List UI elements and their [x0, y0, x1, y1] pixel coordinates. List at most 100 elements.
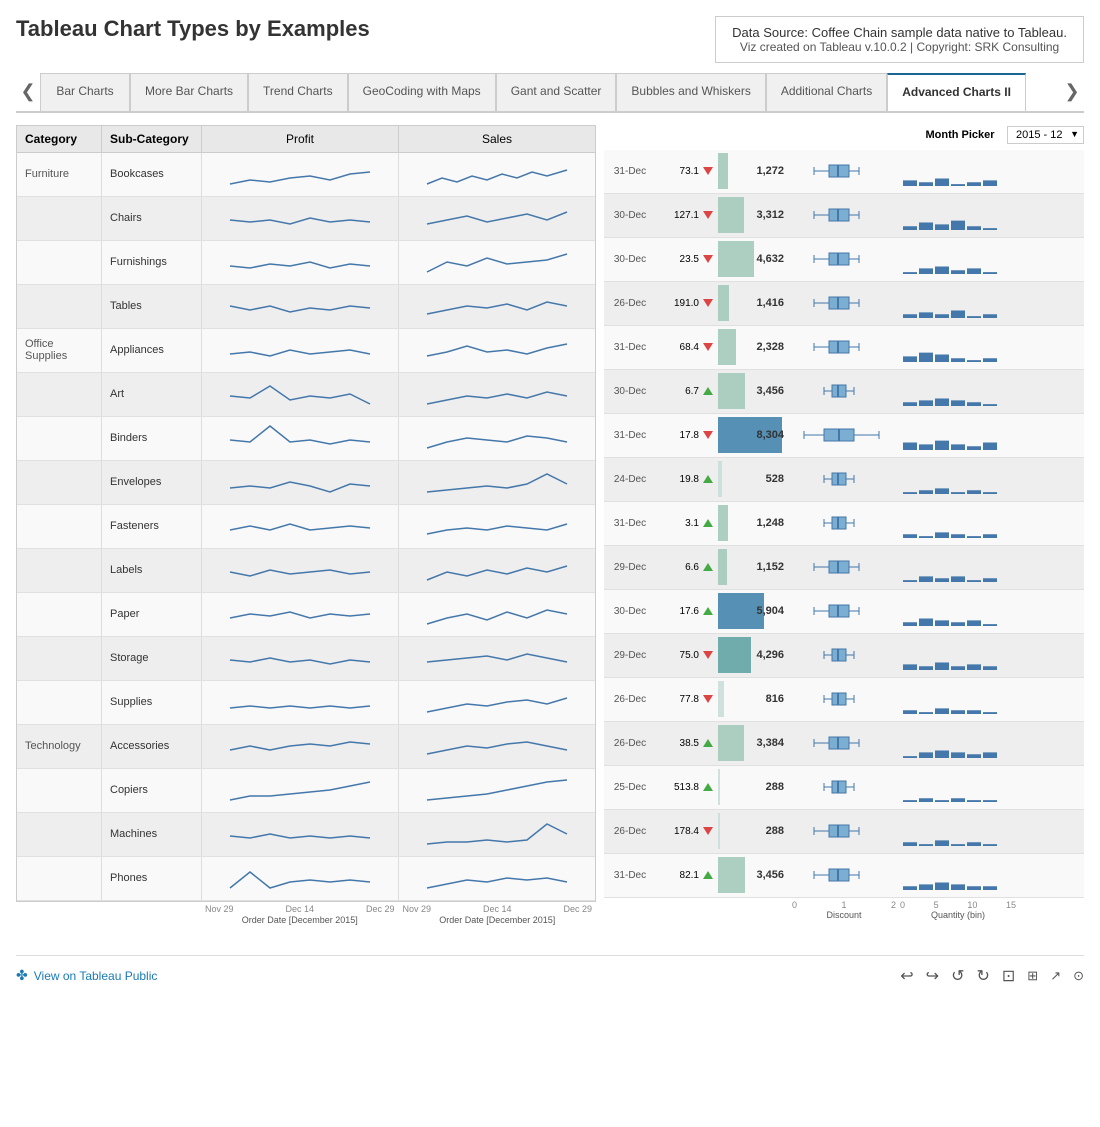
- view-public-link[interactable]: ✤ View on Tableau Public: [16, 967, 157, 984]
- table-row: Office Supplies Appliances: [17, 329, 595, 373]
- table-row: Copiers: [17, 769, 595, 813]
- tab-trend-charts[interactable]: Trend Charts: [248, 73, 348, 111]
- undo-icon[interactable]: ↩: [900, 966, 913, 986]
- tab-more-bar-charts[interactable]: More Bar Charts: [130, 73, 248, 111]
- th-profit: Profit: [202, 126, 399, 152]
- table-row: Envelopes: [17, 461, 595, 505]
- right-table-row: 26-Dec 178.4 288: [604, 810, 1084, 854]
- tab-bubbles[interactable]: Bubbles and Whiskers: [616, 73, 765, 111]
- rc-discount: [790, 813, 898, 849]
- right-table-row: 30-Dec 6.7 3,456: [604, 370, 1084, 414]
- cell-profit-chart: [202, 505, 399, 548]
- rc-discount: [790, 505, 898, 541]
- rc-date: 30-Dec: [604, 254, 656, 265]
- trend-value: 6.6: [685, 562, 699, 573]
- cell-sales-chart: [399, 593, 595, 636]
- cell-sales-chart: [399, 197, 595, 240]
- th-subcategory: Sub-Category: [102, 126, 202, 152]
- cell-subcategory: Appliances: [102, 329, 202, 372]
- trend-value: 178.4: [674, 826, 699, 837]
- month-picker-select[interactable]: 2015 - 12: [1007, 126, 1084, 144]
- trend-value: 6.7: [685, 386, 699, 397]
- trend-value: 68.4: [680, 342, 699, 353]
- right-table-row: 31-Dec 17.8 8,304: [604, 414, 1084, 458]
- rc-discount: [790, 285, 898, 321]
- right-table-row: 25-Dec 513.8 288: [604, 766, 1084, 810]
- table-row: Binders: [17, 417, 595, 461]
- rc-date: 25-Dec: [604, 782, 656, 793]
- rc-date: 29-Dec: [604, 562, 656, 573]
- right-axis-titles: Discount Quantity (bin): [604, 910, 1084, 920]
- trend-value: 3.1: [685, 518, 699, 529]
- trend-value: 38.5: [680, 738, 699, 749]
- cell-category: [17, 769, 102, 812]
- cell-category: Technology: [17, 725, 102, 768]
- info-icon[interactable]: ⊙: [1073, 968, 1084, 984]
- tab-advanced-charts[interactable]: Advanced Charts II: [887, 73, 1026, 111]
- table-row: Machines: [17, 813, 595, 857]
- share-icon[interactable]: ↗: [1050, 968, 1061, 984]
- rc-sales: 2,328: [718, 327, 790, 367]
- right-table-row: 31-Dec 68.4 2,328: [604, 326, 1084, 370]
- rc-discount: [790, 857, 898, 893]
- rc-quantity: [898, 417, 1018, 453]
- cell-subcategory: Bookcases: [102, 153, 202, 196]
- rc-sales: 528: [718, 459, 790, 499]
- cell-sales-chart: [399, 329, 595, 372]
- rc-sales: 4,296: [718, 635, 790, 675]
- right-table-row: 26-Dec 38.5 3,384: [604, 722, 1084, 766]
- nav-prev-arrow[interactable]: ❮: [16, 77, 40, 106]
- table-row: Art: [17, 373, 595, 417]
- refresh-icon[interactable]: ↻: [976, 966, 989, 986]
- right-table-row: 30-Dec 127.1 3,312: [604, 194, 1084, 238]
- revert-icon[interactable]: ↺: [951, 966, 964, 986]
- grid-icon[interactable]: ⊞: [1027, 968, 1038, 984]
- cell-profit-chart: [202, 329, 399, 372]
- quantity-axis-title: Quantity (bin): [898, 910, 1018, 920]
- rc-discount: [790, 637, 898, 673]
- axis-label: Dec 14: [483, 904, 512, 914]
- cell-category: [17, 813, 102, 856]
- redo-icon[interactable]: ↪: [926, 966, 939, 986]
- sales-value: 816: [766, 693, 784, 705]
- rc-discount: [790, 461, 898, 497]
- trend-value: 127.1: [674, 210, 699, 221]
- cell-profit-chart: [202, 637, 399, 680]
- nav-row: ❮ Bar Charts More Bar Charts Trend Chart…: [16, 73, 1084, 113]
- rc-date: 30-Dec: [604, 606, 656, 617]
- discount-axis-label: 0: [792, 900, 797, 910]
- tab-bar-charts[interactable]: Bar Charts: [40, 73, 130, 111]
- rc-delta: 75.0: [656, 649, 718, 661]
- rc-delta: 127.1: [656, 209, 718, 221]
- cell-category: [17, 549, 102, 592]
- rc-discount: [790, 373, 898, 409]
- page-container: Tableau Chart Types by Examples Data Sou…: [0, 0, 1100, 1127]
- rc-discount: [790, 153, 898, 189]
- cell-subcategory: Copiers: [102, 769, 202, 812]
- rc-sales: 3,312: [718, 195, 790, 235]
- table-area: Category Sub-Category Profit Sales Furni…: [16, 125, 596, 925]
- page-title: Tableau Chart Types by Examples: [16, 16, 370, 42]
- rc-delta: 23.5: [656, 253, 718, 265]
- axis-title-row: Order Date [December 2015] Order Date [D…: [16, 915, 596, 925]
- table-body: Furniture Bookcases Chairs: [16, 152, 596, 902]
- rc-sales: 8,304: [718, 415, 790, 455]
- cell-profit-chart: [202, 417, 399, 460]
- rc-quantity: [898, 725, 1018, 761]
- nav-next-arrow[interactable]: ❯: [1060, 77, 1084, 106]
- rc-sales: 1,416: [718, 283, 790, 323]
- tab-gant-scatter[interactable]: Gant and Scatter: [496, 73, 617, 111]
- sales-value: 528: [766, 473, 784, 485]
- cell-sales-chart: [399, 637, 595, 680]
- table-row: Supplies: [17, 681, 595, 725]
- right-table-row: 30-Dec 23.5 4,632: [604, 238, 1084, 282]
- cell-profit-chart: [202, 549, 399, 592]
- right-table-row: 29-Dec 75.0 4,296: [604, 634, 1084, 678]
- table-row: Tables: [17, 285, 595, 329]
- tab-additional-charts[interactable]: Additional Charts: [766, 73, 887, 111]
- rc-sales: 1,248: [718, 503, 790, 543]
- table-row: Technology Accessories: [17, 725, 595, 769]
- tab-geocoding[interactable]: GeoCoding with Maps: [348, 73, 496, 111]
- table-row: Chairs: [17, 197, 595, 241]
- pause-icon[interactable]: ⊡: [1002, 966, 1015, 986]
